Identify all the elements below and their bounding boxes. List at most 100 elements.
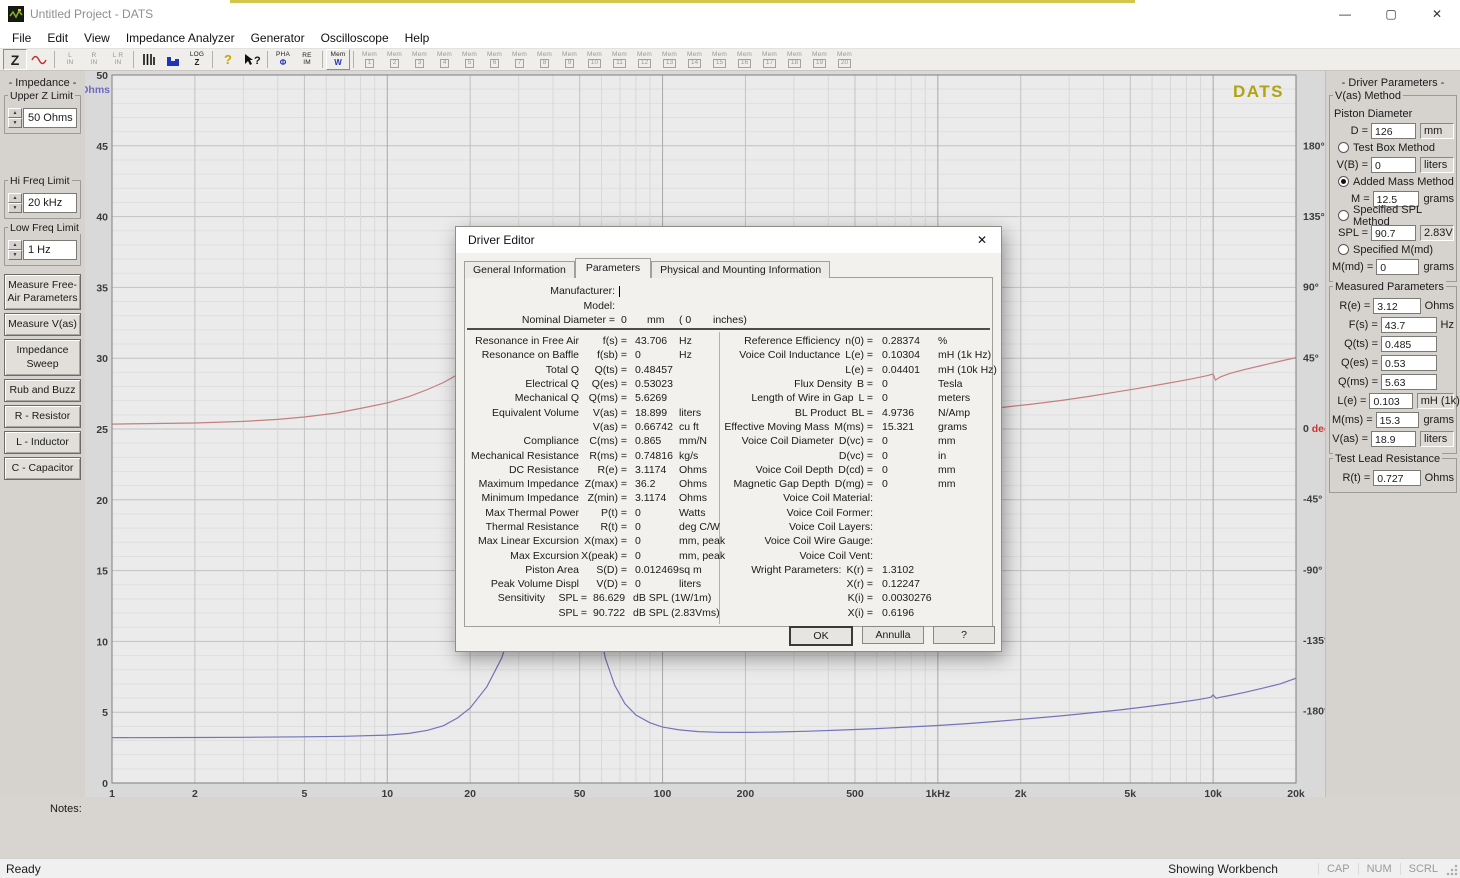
dialog-tab[interactable]: Physical and Mounting Information [651,261,830,278]
parameter-field[interactable]: 15.3 [1376,412,1420,428]
parameter-value[interactable]: 3.1174 [635,464,679,476]
menu-item[interactable]: Generator [243,29,313,47]
parameter-value[interactable]: 36.2 [635,478,679,490]
parameter-value[interactable]: 0 [635,349,679,361]
parameter-field[interactable]: 0.103 [1369,393,1412,409]
parameter-value[interactable]: 0.012469 [635,564,679,576]
parameter-field[interactable]: 0.53 [1381,355,1437,371]
parameter-field[interactable]: 5.63 [1381,374,1437,390]
parameter-value[interactable]: 0.10304 [882,349,938,361]
specified-spl-method-radio[interactable] [1338,210,1349,221]
minimize-icon[interactable]: — [1322,0,1368,28]
parameter-value[interactable]: 0.28374 [882,335,938,347]
upper-z-limit-field[interactable]: 50 Ohms [23,108,77,128]
parameter-field[interactable]: 43.7 [1381,317,1437,333]
low-freq-limit-spinner[interactable]: ▲ ▼ [8,240,22,260]
added-mass-method-radio[interactable] [1338,176,1349,187]
cancel-button[interactable]: Annulla [862,626,924,644]
test-lead-resistance-field[interactable]: 0.727 [1373,470,1420,486]
help-button[interactable]: ? [216,49,240,70]
piston-diameter-field[interactable]: 126 [1371,123,1416,139]
histogram-icon[interactable] [161,49,185,70]
parameter-value[interactable]: 0.74816 [635,450,679,462]
close-icon[interactable]: ✕ [1414,0,1460,28]
dialog-help-button[interactable]: ? [933,626,995,644]
parameter-value[interactable]: 18.899 [635,407,679,419]
memory-workbench-button[interactable]: MemW [326,49,350,70]
generator-sine-icon[interactable] [27,49,51,70]
parameter-value[interactable]: 0.6196 [882,607,938,619]
parameter-value[interactable]: 5.6269 [635,392,679,404]
sidebar-action-button[interactable]: Measure Free-Air Parameters [4,274,81,310]
dialog-close-icon[interactable]: ✕ [963,227,1001,253]
parameter-value[interactable]: 90.722 [593,607,633,619]
parameter-value[interactable]: 0.04401 [882,364,938,376]
dialog-tab[interactable]: Parameters [575,258,651,278]
menu-item[interactable]: Help [397,29,438,47]
upper-z-limit-spinner[interactable]: ▲ ▼ [8,108,22,128]
spinner-down-icon[interactable]: ▼ [8,203,22,213]
parameter-value[interactable]: 0 [882,450,938,462]
parameter-value[interactable]: 0 [635,550,679,562]
menu-item[interactable]: Oscilloscope [313,29,397,47]
comb-bars-icon[interactable] [137,49,161,70]
parameter-value[interactable]: 0 [882,464,938,476]
log-z-button[interactable]: LOGZ [185,49,209,70]
spinner-up-icon[interactable]: ▲ [8,108,22,118]
parameter-value[interactable]: 0.66742 [635,421,679,433]
sidebar-action-button[interactable]: L - Inductor [4,431,81,454]
sidebar-action-button[interactable]: Rub and Buzz [4,379,81,402]
phase-button[interactable]: PHAΦ [271,49,295,70]
maximize-icon[interactable]: ▢ [1368,0,1414,28]
specified-mmd-radio[interactable] [1338,244,1349,255]
parameter-value[interactable]: 43.706 [635,335,679,347]
menu-item[interactable]: Edit [39,29,76,47]
spinner-up-icon[interactable]: ▲ [8,193,22,203]
parameter-value[interactable]: 0.48457 [635,364,679,376]
ok-button[interactable]: OK [789,626,853,646]
resize-grip[interactable] [1446,864,1458,876]
parameter-value[interactable]: 0.53023 [635,378,679,390]
spinner-up-icon[interactable]: ▲ [8,240,22,250]
dialog-tab[interactable]: General Information [464,261,575,278]
low-freq-limit-field[interactable]: 1 Hz [23,240,77,260]
menu-item[interactable]: Impedance Analyzer [118,29,243,47]
parameter-value[interactable]: 3.1174 [635,492,679,504]
sidebar-action-button[interactable]: C - Capacitor [4,457,81,480]
parameter-value[interactable]: 0.0030276 [882,592,938,604]
parameter-value[interactable]: 4.9736 [882,407,938,419]
parameter-value[interactable]: 15.321 [882,421,938,433]
parameter-value[interactable]: 0 [882,392,938,404]
notes-area[interactable]: Notes: [0,797,1460,858]
spinner-down-icon[interactable]: ▼ [8,118,22,128]
parameter-value[interactable]: 1.3102 [882,564,938,576]
parameter-value[interactable]: 86.629 [593,592,633,604]
hi-freq-limit-spinner[interactable]: ▲ ▼ [8,193,22,213]
sidebar-action-button[interactable]: Measure V(as) [4,313,81,336]
nominal-diameter-value[interactable]: 0 [621,314,647,326]
real-imaginary-button[interactable]: REIM [295,49,319,70]
test-box-volume-field[interactable]: 0 [1371,157,1416,173]
parameter-field[interactable]: 3.12 [1373,298,1420,314]
test-box-method-radio[interactable] [1338,142,1349,153]
impedance-mode-button[interactable]: Z [3,49,27,70]
hi-freq-limit-field[interactable]: 20 kHz [23,193,77,213]
sidebar-action-button[interactable]: Impedance Sweep [4,339,81,375]
parameter-field[interactable]: 18.9 [1371,431,1416,447]
menu-item[interactable]: View [76,29,118,47]
parameter-value[interactable]: 0 [882,478,938,490]
parameter-value[interactable]: 0 [882,435,938,447]
menu-item[interactable]: File [4,29,39,47]
parameter-value[interactable]: 0 [882,378,938,390]
parameter-value[interactable]: 0.865 [635,435,679,447]
context-help-icon[interactable]: ? [240,49,264,70]
parameter-value[interactable]: 0 [635,578,679,590]
parameter-value[interactable]: 0 [635,535,679,547]
spl-field[interactable]: 90.7 [1371,225,1416,241]
parameter-value[interactable]: 0 [635,507,679,519]
parameter-value[interactable]: 0.12247 [882,578,938,590]
parameter-field[interactable]: 0.485 [1381,336,1437,352]
spinner-down-icon[interactable]: ▼ [8,250,22,260]
dialog-title-bar[interactable]: Driver Editor ✕ [456,227,1001,253]
parameter-value[interactable]: 0 [635,521,679,533]
